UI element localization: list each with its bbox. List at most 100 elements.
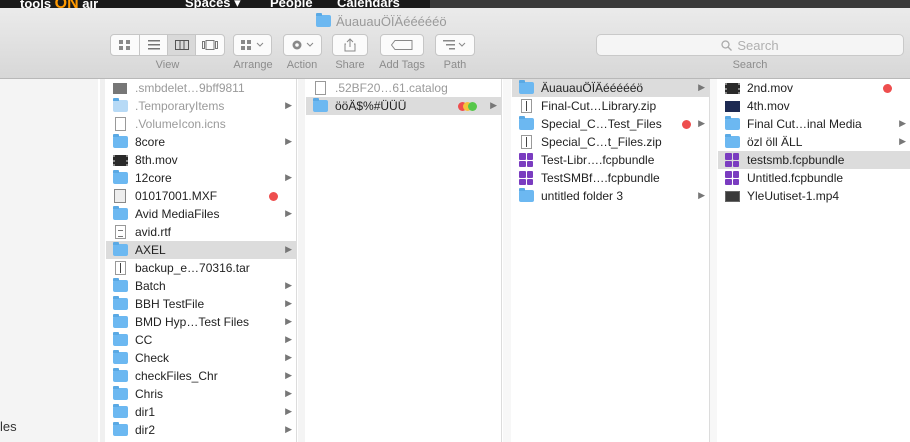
document-icon [312, 81, 328, 95]
arrange-button[interactable] [233, 34, 272, 56]
list-item[interactable]: .smbdelet…9bff9811 [106, 79, 296, 97]
chevron-right-icon: ▶ [285, 406, 292, 416]
item-name: .smbdelet…9bff9811 [135, 81, 245, 95]
list-item[interactable]: Avid MediaFiles ▶ [106, 205, 296, 223]
window-title: ÄuauauÖÏÄéééééö [316, 12, 447, 30]
list-item[interactable]: ööÄ$%#ÜÜÜ ▶ [306, 97, 501, 115]
column-2-scrollbar[interactable] [503, 79, 511, 442]
list-view-button[interactable] [139, 35, 167, 55]
list-item[interactable]: avid.rtf [106, 223, 296, 241]
chevron-right-icon: ▶ [285, 100, 292, 110]
rtf-document-icon [112, 225, 128, 239]
item-name: Final Cut…inal Media [747, 117, 862, 131]
chevron-right-icon: ▶ [490, 100, 497, 110]
movie-icon [724, 99, 740, 113]
toolbar: ÄuauauÖÏÄéééééö View Arrange Action Shar… [0, 8, 910, 79]
chevron-right-icon: ▶ [285, 316, 292, 326]
column-view-button[interactable] [167, 35, 195, 55]
column-2: .52BF20…61.catalog ööÄ$%#ÜÜÜ ▶ [306, 79, 502, 442]
item-name: ÄuauauÖÏÄéééééö [541, 81, 644, 95]
list-item[interactable]: 8th.mov [106, 151, 296, 169]
list-item[interactable]: BBH TestFile ▶ [106, 295, 296, 313]
list-item[interactable]: Final Cut…inal Media ▶ [718, 115, 910, 133]
folder-icon [112, 296, 128, 311]
list-item[interactable]: Special_C…t_Files.zip [512, 133, 709, 151]
list-item[interactable]: ÄuauauÖÏÄéééééö ▶ [512, 79, 709, 97]
list-item[interactable]: 2nd.mov [718, 79, 910, 97]
item-name: .TemporaryItems [135, 99, 225, 113]
item-name: 12core [135, 171, 172, 185]
finder-window: ÄuauauÖÏÄéééééö View Arrange Action Shar… [0, 8, 910, 442]
item-name: Test-Libr….fcpbundle [541, 153, 655, 167]
chevron-right-icon: ▶ [285, 424, 292, 434]
add-tags-button[interactable] [380, 34, 424, 56]
folder-icon [112, 422, 128, 437]
coverflow-view-button[interactable] [195, 35, 224, 55]
share-label: Share [335, 59, 365, 71]
list-item[interactable]: 4th.mov [718, 97, 910, 115]
list-item[interactable]: .52BF20…61.catalog [306, 79, 501, 97]
action-button[interactable] [283, 34, 322, 56]
list-item[interactable]: testsmb.fcpbundle [718, 151, 910, 169]
list-item[interactable]: AXEL ▶ [106, 241, 296, 259]
list-item[interactable]: özl öll ÄLL ▶ [718, 133, 910, 151]
item-name: özl öll ÄLL [747, 135, 803, 149]
arrange-icon [234, 35, 271, 55]
list-item[interactable]: .TemporaryItems ▶ [106, 97, 296, 115]
sidebar-scrollbar[interactable] [100, 79, 105, 442]
item-name: checkFiles_Chr [135, 369, 218, 383]
item-name: Check [135, 351, 170, 365]
search-icon [721, 39, 733, 51]
search-input[interactable]: Search [596, 34, 904, 56]
tag-dot-red [883, 84, 892, 93]
folder-icon [518, 80, 534, 95]
chevron-right-icon: ▶ [285, 334, 292, 344]
icon-grid-icon [119, 40, 130, 50]
list-item[interactable]: 12core ▶ [106, 169, 296, 187]
icon-view-button[interactable] [111, 35, 139, 55]
list-item[interactable]: untitled folder 3 ▶ [512, 187, 709, 205]
movie-icon [112, 153, 128, 167]
item-name: CC [135, 333, 153, 347]
path-icon [436, 35, 474, 55]
list-item[interactable]: dir2 ▶ [106, 421, 296, 439]
list-item[interactable]: Untitled.fcpbundle [718, 169, 910, 187]
folder-icon [316, 13, 331, 27]
search-placeholder: Search [737, 37, 779, 53]
list-item[interactable]: Special_C…Test_Files ▶ [512, 115, 709, 133]
share-button[interactable] [332, 34, 368, 56]
list-item[interactable]: backup_e…70316.tar [106, 259, 296, 277]
list-item[interactable]: TestSMBf….fcpbundle [512, 169, 709, 187]
column-1-scrollbar[interactable] [298, 79, 305, 442]
sidebar-item-label[interactable]: les [0, 419, 17, 434]
zip-icon [112, 261, 128, 275]
folder-icon [112, 350, 128, 365]
list-item[interactable]: checkFiles_Chr ▶ [106, 367, 296, 385]
item-name: backup_e…70316.tar [135, 261, 250, 275]
list-item[interactable]: 8core ▶ [106, 133, 296, 151]
list-item[interactable]: Chris ▶ [106, 385, 296, 403]
list-item[interactable]: Final-Cut…Library.zip [512, 97, 709, 115]
fcpbundle-icon [518, 153, 534, 167]
tag-dot-red [682, 120, 691, 129]
list-item[interactable]: Batch ▶ [106, 277, 296, 295]
folder-icon [112, 206, 128, 221]
folder-icon [518, 116, 534, 131]
folder-icon [112, 170, 128, 185]
list-item[interactable]: Check ▶ [106, 349, 296, 367]
list-item[interactable]: 01017001.MXF [106, 187, 296, 205]
document-icon [112, 117, 128, 131]
list-item[interactable]: .VolumeIcon.icns [106, 115, 296, 133]
list-item[interactable]: YleUutiset-1.mp4 [718, 187, 910, 205]
item-name: ööÄ$%#ÜÜÜ [335, 99, 407, 113]
column-3-scrollbar[interactable] [710, 79, 717, 442]
list-item[interactable]: dir1 ▶ [106, 403, 296, 421]
list-item[interactable]: CC ▶ [106, 331, 296, 349]
path-button[interactable] [435, 34, 475, 56]
chevron-right-icon: ▶ [899, 118, 906, 128]
item-name: YleUutiset-1.mp4 [747, 189, 840, 203]
chevron-right-icon: ▶ [285, 370, 292, 380]
list-item[interactable]: BMD Hyp…Test Files ▶ [106, 313, 296, 331]
list-item[interactable]: Test-Libr….fcpbundle [512, 151, 709, 169]
item-name: Special_C…t_Files.zip [541, 135, 662, 149]
